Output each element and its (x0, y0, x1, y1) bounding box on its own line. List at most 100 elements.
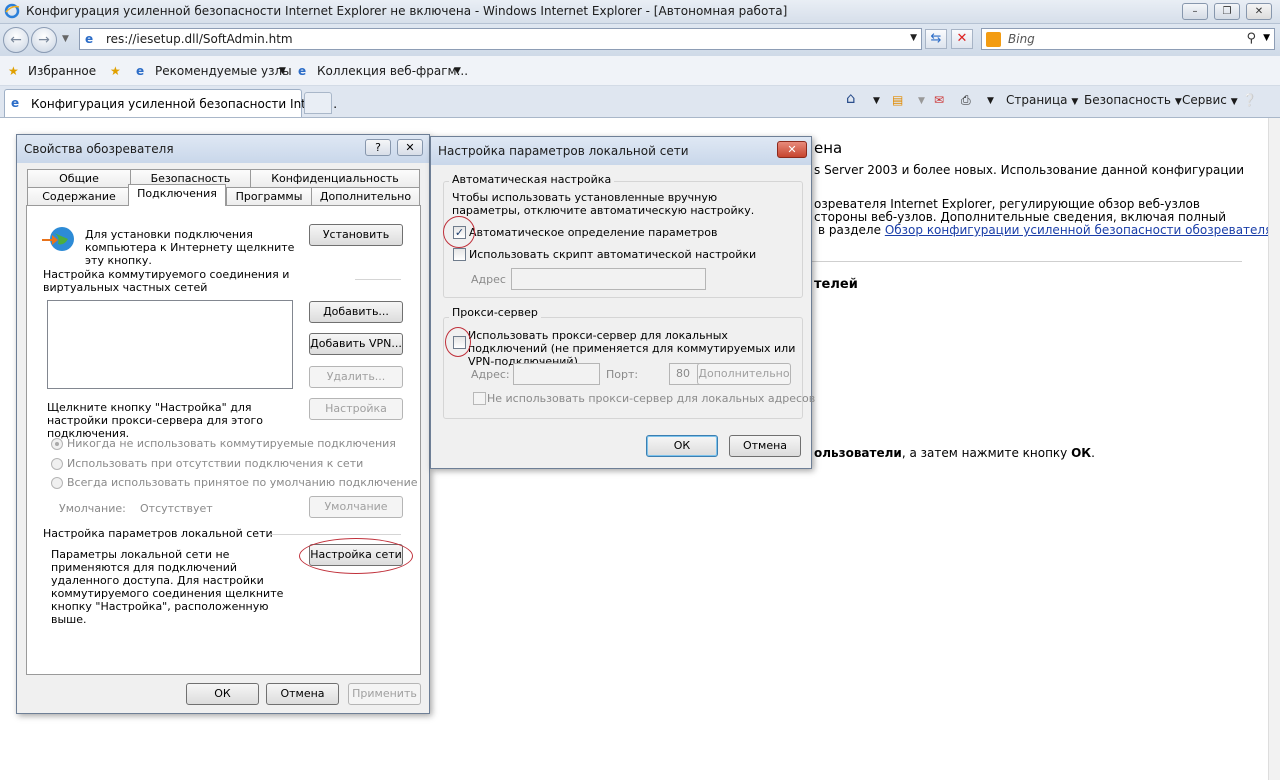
tab-programs[interactable]: Программы (226, 187, 312, 206)
tab-connections[interactable]: Подключения (128, 184, 226, 206)
proxy-advanced-button[interactable]: Дополнительно (697, 363, 791, 385)
radio-dial-when-absent[interactable] (51, 458, 63, 470)
refresh-button[interactable]: ⇆ (925, 29, 947, 49)
connections-panel: Для установки подключения компьютера к И… (26, 205, 421, 675)
address-url: res://iesetup.dll/SoftAdmin.htm (106, 32, 293, 46)
tab-content[interactable]: Содержание (27, 187, 131, 206)
help-icon[interactable]: ❔ (1242, 93, 1257, 107)
back-arrow-icon: ← (10, 32, 22, 48)
proxy-address-field[interactable] (513, 363, 600, 385)
setup-button[interactable]: Установить (309, 224, 403, 246)
close-dialog-button[interactable]: ✕ (777, 141, 807, 158)
lan-settings-dialog: Настройка параметров локальной сети ✕ Ав… (430, 136, 815, 469)
close-dialog-button[interactable]: ✕ (397, 139, 423, 156)
minimize-button[interactable]: – (1182, 3, 1208, 20)
search-icon[interactable]: ⚲ (1246, 31, 1256, 46)
esc-overview-link[interactable]: Обзор конфигурации усиленной безопасност… (885, 223, 1273, 237)
home-icon[interactable]: ⌂ (846, 89, 856, 107)
new-tab-button[interactable] (304, 92, 332, 114)
link-prefix: в разделе (818, 223, 881, 237)
page-icon: e (11, 96, 20, 110)
auto-config-group-title: Автоматическая настройка (449, 173, 615, 186)
recent-pages-dropdown[interactable]: ▼ (62, 34, 69, 44)
add-favorites-icon[interactable]: ★ (110, 64, 121, 78)
connections-listbox[interactable] (47, 300, 293, 389)
maximize-button[interactable]: ❐ (1214, 3, 1240, 20)
set-default-button[interactable]: Умолчание (309, 496, 403, 518)
ok-button[interactable]: ОК (186, 683, 259, 705)
chevron-down-icon[interactable]: ▼ (454, 66, 461, 76)
feeds-icon[interactable]: ▤ (892, 93, 903, 107)
browser-tab-active[interactable]: e Конфигурация усиленной безопасности In… (4, 89, 337, 117)
proxy-port-label: Порт: (606, 368, 639, 381)
mail-icon[interactable]: ✉ (934, 93, 944, 107)
radio-never-dial-label: Никогда не использовать коммутируемые по… (67, 437, 396, 450)
page-icon: e (85, 32, 94, 46)
forward-button[interactable]: → (31, 27, 57, 53)
close-window-button[interactable]: ✕ (1246, 3, 1272, 20)
print-icon[interactable]: ⎙ (961, 93, 971, 108)
ok-button[interactable]: ОК (646, 435, 718, 457)
security-menu-label: Безопасность (1084, 93, 1171, 107)
use-proxy-checkbox[interactable] (453, 336, 466, 349)
back-button[interactable]: ← (3, 27, 29, 53)
search-dropdown-icon[interactable]: ▼ (1263, 33, 1270, 43)
apply-button[interactable]: Применить (348, 683, 421, 705)
help-button[interactable]: ? (365, 139, 391, 156)
page-icon: e (136, 64, 145, 78)
dialog-titlebar: Свойства обозревателя ? ✕ (17, 135, 429, 163)
tab-general[interactable]: Общие (27, 169, 131, 188)
proxy-group-title: Прокси-сервер (449, 306, 541, 319)
search-box[interactable]: Bing ⚲ ▼ (981, 28, 1275, 50)
lan-settings-header: Настройка параметров локальной сети (43, 527, 273, 540)
chevron-down-icon[interactable]: ▼ (918, 96, 925, 106)
search-placeholder: Bing (1008, 32, 1035, 46)
add-vpn-button[interactable]: Добавить VPN... (309, 333, 403, 355)
globe-icon (42, 227, 74, 251)
favorites-bar: ★ Избранное ★ e Рекомендуемые узлы ▼ e К… (0, 56, 1280, 86)
tab-privacy[interactable]: Конфиденциальность (250, 169, 420, 188)
auto-script-label: Использовать скрипт автоматической настр… (469, 248, 757, 261)
stop-button[interactable]: ✕ (951, 29, 973, 49)
radio-always-dial-label: Всегда использовать принятое по умолчани… (67, 476, 418, 489)
script-address-field[interactable] (511, 268, 706, 290)
refresh-icon: ⇆ (930, 31, 942, 46)
favorites-star-icon[interactable]: ★ (8, 64, 19, 78)
address-dropdown-icon[interactable]: ▼ (910, 33, 917, 43)
close-icon: ✕ (787, 143, 797, 156)
remove-button[interactable]: Удалить... (309, 366, 403, 388)
dialog-title: Настройка параметров локальной сети (438, 144, 689, 158)
cancel-button[interactable]: Отмена (266, 683, 339, 705)
address-bar[interactable]: e res://iesetup.dll/SoftAdmin.htm ▼ (79, 28, 922, 50)
internet-options-dialog: Свойства обозревателя ? ✕ Общие Безопасн… (16, 134, 430, 714)
proxy-settings-hint: Щелкните кнопку "Настройка" для настройк… (47, 401, 263, 440)
connection-settings-button[interactable]: Настройка (309, 398, 403, 420)
lan-settings-text: Параметры локальной сети не применяются … (51, 548, 284, 626)
cancel-button[interactable]: Отмена (729, 435, 801, 457)
page-paragraph-line: стороны веб-узлов. Дополнительные сведен… (814, 210, 1227, 224)
security-menu[interactable]: Безопасность ▼ (1084, 93, 1182, 107)
bypass-local-checkbox[interactable] (473, 392, 486, 405)
window-title: Конфигурация усиленной безопасности Inte… (26, 4, 788, 18)
lan-settings-button[interactable]: Настройка сети (309, 544, 403, 566)
vertical-scrollbar[interactable] (1268, 118, 1280, 780)
page-paragraph-line: s Server 2003 и более новых. Использован… (814, 163, 1245, 177)
radio-always-dial[interactable] (51, 477, 63, 489)
auto-detect-checkbox[interactable]: ✓ (453, 226, 466, 239)
default-label: Умолчание: (59, 502, 126, 515)
chevron-down-icon[interactable]: ▼ (279, 66, 286, 76)
page-menu[interactable]: Страница ▼ (1006, 93, 1078, 107)
radio-never-dial[interactable] (51, 438, 63, 450)
favorites-button[interactable]: Избранное (28, 64, 96, 78)
fav-link-web-slice-gallery[interactable]: Коллекция веб-фрагм... (317, 64, 468, 78)
script-address-label: Адрес (471, 273, 506, 286)
setup-connection-text: Для установки подключения компьютера к И… (85, 228, 295, 267)
tab-advanced[interactable]: Дополнительно (311, 187, 420, 206)
chevron-down-icon[interactable]: ▼ (873, 96, 880, 106)
add-connection-button[interactable]: Добавить... (309, 301, 403, 323)
forward-arrow-icon: → (38, 32, 50, 48)
fav-link-suggested-sites[interactable]: Рекомендуемые узлы (155, 64, 292, 78)
auto-script-checkbox[interactable] (453, 248, 466, 261)
chevron-down-icon[interactable]: ▼ (987, 96, 994, 106)
tools-menu[interactable]: Сервис ▼ (1182, 93, 1238, 107)
